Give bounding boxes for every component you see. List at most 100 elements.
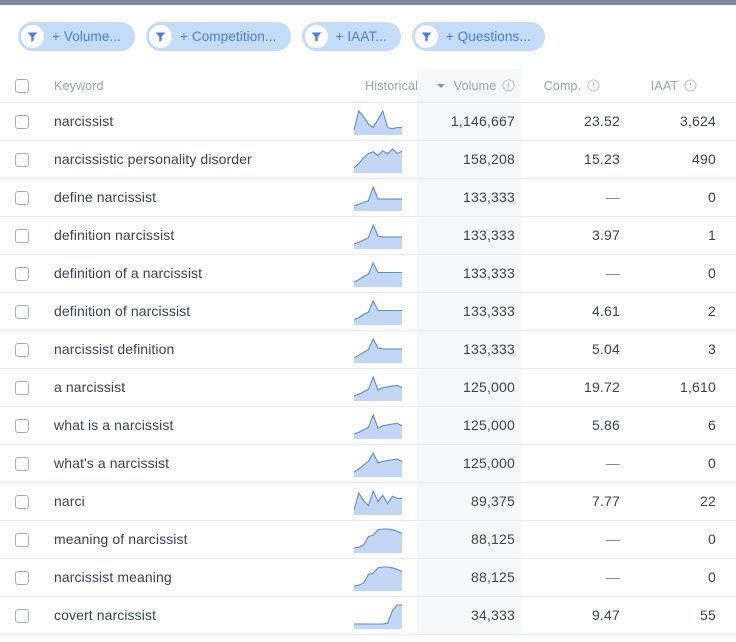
volume-cell: 89,375 (424, 493, 528, 511)
table-row[interactable]: a narcissist 125,000 19.72 1,610 (0, 369, 736, 407)
row-checkbox[interactable] (15, 570, 29, 585)
row-checkbox[interactable] (15, 380, 29, 395)
sort-descending-icon[interactable] (436, 83, 445, 88)
iaat-cell: 22 (632, 493, 736, 511)
row-select-cell (0, 380, 38, 395)
volume-info-icon[interactable] (502, 79, 515, 92)
keyword-cell: a narcissist (38, 379, 332, 397)
row-checkbox[interactable] (15, 266, 29, 281)
volume-cell: 133,333 (424, 227, 528, 245)
row-checkbox[interactable] (15, 532, 29, 547)
historical-sparkline (332, 488, 424, 515)
table-row[interactable]: meaning of narcissist 88,125 — 0 (0, 521, 736, 559)
row-checkbox[interactable] (15, 456, 29, 471)
header-historical-cell[interactable]: Historical (332, 79, 424, 93)
keyword-text[interactable]: define narcissist (54, 189, 156, 205)
row-select-cell (0, 608, 38, 623)
filter-chip-label: + Questions... (445, 29, 531, 44)
header-iaat-cell[interactable]: IAAT (632, 79, 736, 93)
filter-chip-4[interactable]: + Questions... (411, 22, 545, 51)
comp-cell: 23.52 (528, 113, 632, 131)
volume-value: 125,000 (462, 378, 515, 395)
comp-cell: 19.72 (528, 379, 632, 397)
historical-sparkline (332, 223, 424, 249)
keyword-cell: define narcissist (38, 189, 332, 207)
table-row[interactable]: what's a narcissist 125,000 — 0 (0, 445, 736, 483)
table-row[interactable]: narcissist meaning 88,125 — 0 (0, 559, 736, 597)
volume-value: 133,333 (462, 302, 515, 319)
iaat-cell: 0 (632, 265, 736, 283)
comp-value: 3.97 (591, 226, 620, 243)
keyword-cell: narcissist (38, 113, 332, 131)
table-row[interactable]: definition narcissist 133,333 3.97 1 (0, 217, 736, 255)
row-select-cell (0, 228, 38, 243)
iaat-cell: 6 (632, 417, 736, 435)
comp-cell: — (528, 189, 632, 207)
comp-value: — (605, 454, 620, 471)
iaat-cell: 1,610 (632, 379, 736, 397)
keyword-text[interactable]: what is a narcissist (54, 417, 173, 433)
historical-sparkline (332, 147, 424, 173)
keyword-text[interactable]: definition of narcissist (54, 303, 190, 319)
table-row[interactable]: definition of narcissist 133,333 4.61 2 (0, 293, 736, 331)
keyword-text[interactable]: definition narcissist (54, 227, 174, 243)
keyword-cell: definition of a narcissist (38, 265, 332, 283)
iaat-cell: 0 (632, 569, 736, 587)
keyword-text[interactable]: definition of a narcissist (54, 265, 202, 281)
table-row[interactable]: narcissistic personality disorder 158,208… (0, 141, 736, 179)
historical-sparkline (332, 261, 424, 287)
iaat-cell: 3 (632, 341, 736, 359)
table-row[interactable]: narcissist definition 133,333 5.04 3 (0, 331, 736, 369)
iaat-value: 3 (708, 340, 716, 357)
comp-cell: — (528, 265, 632, 283)
row-checkbox[interactable] (15, 152, 29, 167)
filter-chip-1[interactable]: + Volume... (18, 22, 136, 51)
row-checkbox[interactable] (15, 304, 29, 319)
row-checkbox[interactable] (15, 114, 29, 129)
table-row[interactable]: what is a narcissist 125,000 5.86 6 (0, 407, 736, 445)
comp-value: 4.61 (591, 302, 620, 319)
comp-value: 9.47 (591, 606, 620, 623)
row-select-cell (0, 152, 38, 167)
filter-funnel-icon (414, 25, 438, 48)
keyword-text[interactable]: narcissist meaning (54, 569, 172, 585)
header-volume-cell[interactable]: Volume (424, 79, 528, 93)
filter-chip-label: + IAAT... (335, 29, 387, 44)
volume-cell: 133,333 (424, 189, 528, 207)
table-row[interactable]: define narcissist 133,333 — 0 (0, 179, 736, 217)
row-checkbox[interactable] (15, 608, 29, 623)
keyword-cell: narcissistic personality disorder (38, 151, 332, 169)
comp-cell: 15.23 (528, 151, 632, 169)
row-checkbox[interactable] (15, 342, 29, 357)
keyword-text[interactable]: meaning of narcissist (54, 531, 188, 547)
historical-sparkline (332, 299, 424, 325)
keyword-text[interactable]: narcissistic personality disorder (54, 151, 252, 167)
filter-chip-3[interactable]: + IAAT... (301, 22, 401, 51)
iaat-info-icon[interactable] (684, 79, 697, 92)
keyword-text[interactable]: covert narcissist (54, 607, 156, 623)
row-checkbox[interactable] (15, 190, 29, 205)
comp-info-icon[interactable] (587, 79, 600, 92)
filter-chip-2[interactable]: + Competition... (146, 22, 291, 51)
header-keyword-cell[interactable]: Keyword (38, 77, 332, 95)
historical-sparkline (332, 109, 424, 135)
table-row[interactable]: narcissist 1,146,667 23.52 3,624 (0, 103, 736, 141)
table-row[interactable]: definition of a narcissist 133,333 — 0 (0, 255, 736, 293)
keyword-text[interactable]: what's a narcissist (54, 455, 169, 471)
keyword-text[interactable]: narcissist (54, 113, 113, 129)
keyword-text[interactable]: narci (54, 493, 85, 509)
table-row[interactable]: narci 89,375 7.77 22 (0, 483, 736, 521)
header-comp-cell[interactable]: Comp. (528, 79, 632, 93)
select-all-checkbox[interactable] (15, 78, 29, 93)
keyword-cell: meaning of narcissist (38, 531, 332, 549)
keyword-text[interactable]: a narcissist (54, 379, 125, 395)
iaat-cell: 1 (632, 227, 736, 245)
iaat-cell: 2 (632, 303, 736, 321)
row-checkbox[interactable] (15, 494, 29, 509)
table-row[interactable]: covert narcissist 34,333 9.47 55 (0, 597, 736, 635)
volume-value: 133,333 (462, 188, 515, 205)
row-checkbox[interactable] (15, 418, 29, 433)
keyword-text[interactable]: narcissist definition (54, 341, 174, 357)
row-checkbox[interactable] (15, 228, 29, 243)
iaat-value: 1,610 (679, 378, 716, 395)
